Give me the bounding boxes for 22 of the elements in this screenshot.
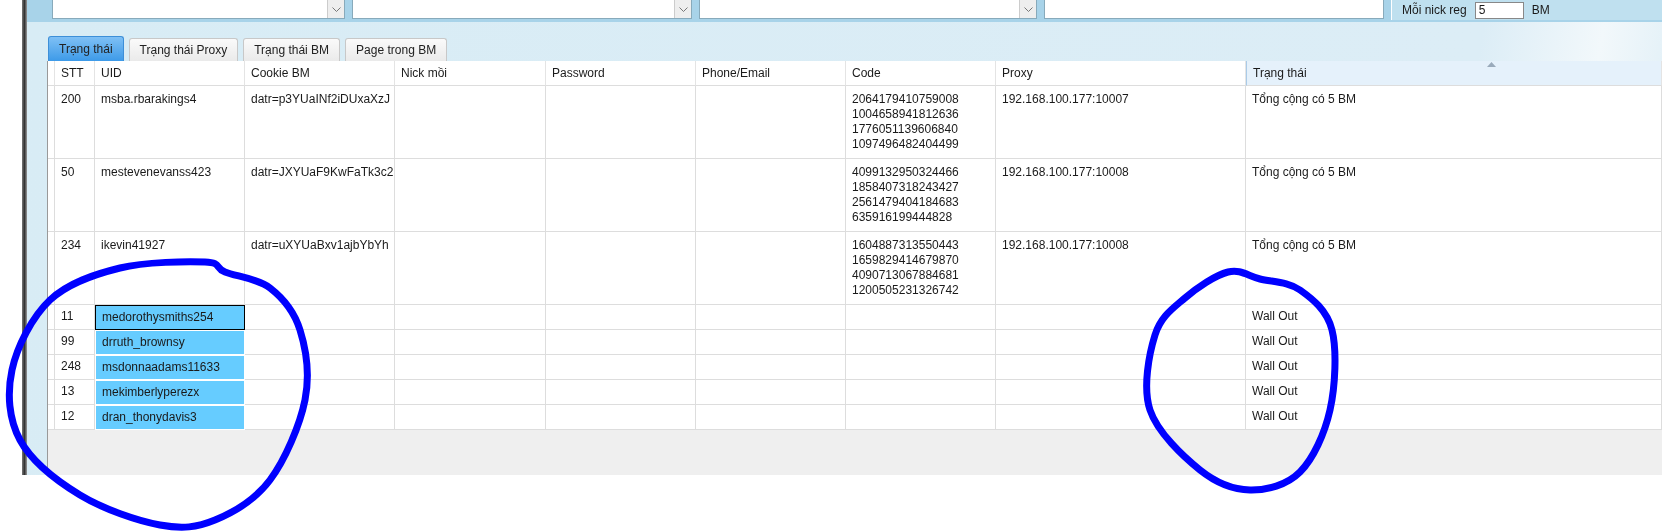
- tab[interactable]: Trạng thái BM: [243, 38, 341, 61]
- table-cell: Wall Out: [1246, 405, 1662, 430]
- tab[interactable]: Trạng thái Proxy: [128, 38, 239, 61]
- chevron-down-icon: [331, 6, 341, 12]
- chevron-down-icon: [1023, 6, 1033, 12]
- tab[interactable]: Page trong BM: [345, 38, 448, 61]
- chevron-down-icon: [678, 6, 688, 12]
- table-cell[interactable]: dran_thonydavis3: [95, 405, 245, 430]
- table-cell[interactable]: medorothysmiths254: [95, 305, 245, 330]
- text-field[interactable]: [1044, 0, 1384, 19]
- dropdown-field[interactable]: [699, 0, 1037, 19]
- column-header[interactable]: Trạng thái: [1246, 61, 1662, 86]
- reg-label: Mỗi nick reg: [1402, 3, 1467, 17]
- dropdown-field[interactable]: [52, 0, 345, 19]
- tab[interactable]: Trạng thái: [48, 36, 124, 61]
- sort-ascending-icon: [1487, 62, 1496, 67]
- dropdown-field[interactable]: [352, 0, 692, 19]
- unit-label: BM: [1531, 3, 1550, 17]
- table-cell[interactable]: mekimberlyperezx: [95, 380, 245, 405]
- table-cell[interactable]: msdonnaadams11633: [95, 355, 245, 380]
- reg-count-field[interactable]: 5: [1474, 1, 1524, 19]
- table-cell[interactable]: drruth_brownsy: [95, 330, 245, 355]
